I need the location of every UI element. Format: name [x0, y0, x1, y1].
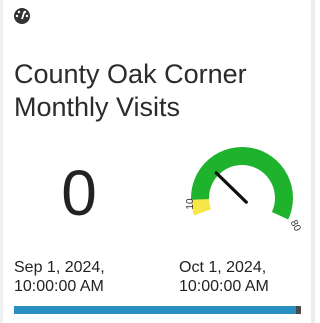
widget-title: County Oak Corner Monthly Visits	[14, 58, 304, 124]
gauge-max-label: 80	[288, 218, 303, 233]
gauge-green-arc	[191, 147, 293, 220]
dashboard-gauge-icon	[14, 8, 30, 24]
start-date: Sep 1, 2024, 10:00:00 AM	[14, 258, 105, 296]
title-line-2: Monthly Visits	[14, 92, 181, 122]
title-line-1: County Oak Corner	[14, 59, 247, 89]
end-date-line-2: 10:00:00 AM	[179, 278, 269, 295]
time-range-bar	[14, 306, 301, 314]
end-date: Oct 1, 2024, 10:00:00 AM	[179, 258, 269, 296]
gauge-needle	[214, 171, 248, 204]
gauge-min-label: 10	[185, 198, 196, 210]
visit-count: 0	[61, 157, 97, 229]
start-date-line-1: Sep 1, 2024,	[14, 259, 105, 276]
start-date-line-2: 10:00:00 AM	[14, 278, 104, 295]
gauge-yellow-arc	[191, 198, 212, 216]
visits-gauge: 10 80	[185, 147, 303, 234]
visits-widget-card: County Oak Corner Monthly Visits 0 10 80…	[0, 0, 315, 323]
time-range-bar-end	[296, 306, 301, 314]
end-date-line-1: Oct 1, 2024,	[179, 259, 267, 276]
